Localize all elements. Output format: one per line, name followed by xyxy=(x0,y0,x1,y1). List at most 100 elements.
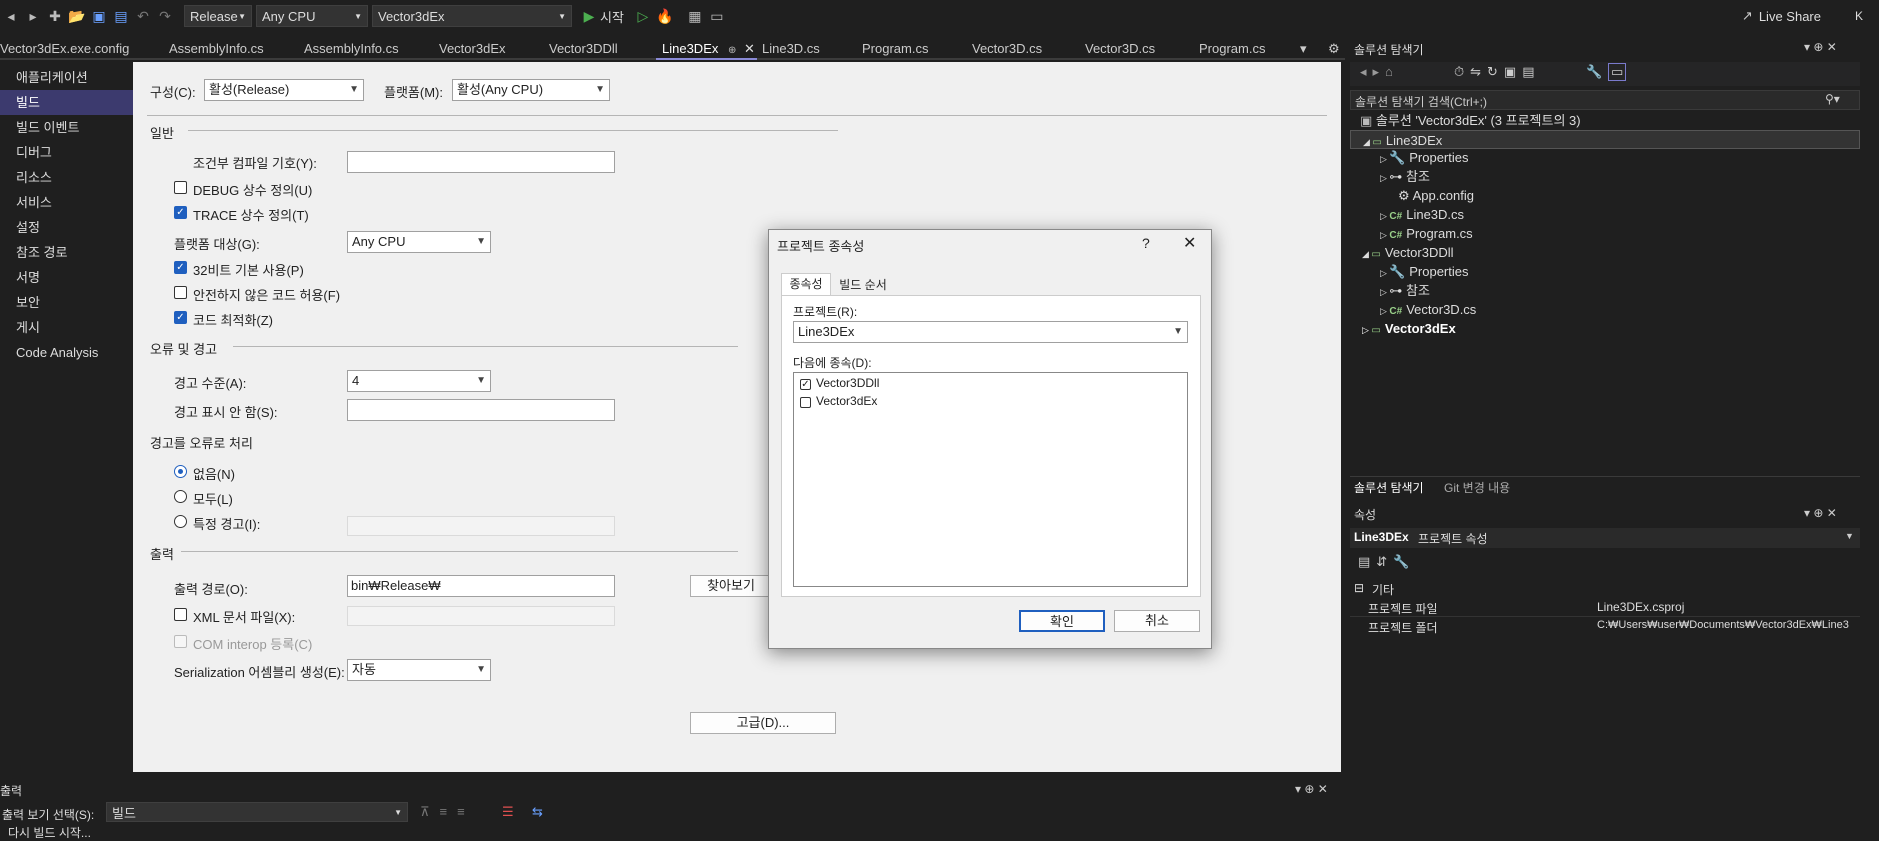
word-wrap-icon[interactable]: ⇆ xyxy=(532,804,543,820)
solution-search[interactable]: 솔루션 탐색기 검색(Ctrl+;) ⚲▾ xyxy=(1350,90,1860,110)
config-select[interactable]: 활성(Release) ▼ xyxy=(204,79,364,101)
tab-overflow-icon[interactable]: ▾ xyxy=(1300,38,1307,60)
tab-vector3dex[interactable]: Vector3dEx xyxy=(439,38,506,60)
tree-item-vector3d-cs[interactable]: ▷ C# Vector3D.cs xyxy=(1380,300,1476,319)
output-path-input[interactable]: bin₩Release₩ xyxy=(347,575,615,597)
optimize-checkbox[interactable]: ✓ xyxy=(174,311,187,324)
tree-item-properties-2[interactable]: ▷ 🔧 Properties xyxy=(1380,262,1468,281)
tab-assemblyinfo-1[interactable]: AssemblyInfo.cs xyxy=(169,38,264,60)
close-icon[interactable]: ✕ xyxy=(744,41,755,56)
cancel-button[interactable]: 취소 xyxy=(1114,610,1200,632)
ok-button[interactable]: 확인 xyxy=(1019,610,1105,632)
toolbar-tools-icon[interactable]: ⏱⇋↻▣▤ xyxy=(1454,64,1541,80)
treat-specific-radio[interactable] xyxy=(174,515,187,528)
platform-target-select[interactable]: Any CPU ▼ xyxy=(347,231,491,253)
warn-level-select[interactable]: 4 ▼ xyxy=(347,370,491,392)
prefer32-checkbox[interactable]: ✓ xyxy=(174,261,187,274)
save-icon[interactable]: ▣ xyxy=(88,8,110,25)
category-collapse-icon[interactable]: ⊟ xyxy=(1354,581,1364,595)
startup-project-combo[interactable]: Vector3dEx ▼ xyxy=(372,5,572,27)
forward-icon[interactable]: ▸ xyxy=(22,8,44,25)
open-folder-icon[interactable]: 📂 xyxy=(66,8,88,25)
nav-code-analysis[interactable]: Code Analysis xyxy=(0,340,133,365)
tab-vector3d-cs-2[interactable]: Vector3D.cs xyxy=(1085,38,1155,60)
trace-const-checkbox[interactable]: ✓ xyxy=(174,206,187,219)
treat-all-radio[interactable] xyxy=(174,490,187,503)
tab-line3dex[interactable]: Line3DEx ⊕ ✕ xyxy=(656,38,757,60)
dep-vector3ddll-checkbox[interactable]: ✓ xyxy=(800,379,811,390)
tree-item-line3dex[interactable]: ◢ ▭ Line3DEx xyxy=(1350,130,1860,149)
folder-view-icon[interactable]: ▦ xyxy=(684,8,706,25)
tree-item-vector3ddll[interactable]: ◢ ▭ Vector3DDll xyxy=(1362,243,1454,262)
output-source-select[interactable]: 빌드 ▼ xyxy=(106,802,408,822)
nav-resources[interactable]: 리소스 xyxy=(0,165,133,190)
panel-menu-icon[interactable]: ▾ ⊕ ✕ xyxy=(1804,40,1837,54)
nav-arrows-icon[interactable]: ◂▸⌂ xyxy=(1360,64,1399,80)
panel-menu-icon[interactable]: ▾ ⊕ ✕ xyxy=(1295,782,1328,796)
nav-debug[interactable]: 디버그 xyxy=(0,140,133,165)
layout-icon[interactable]: ▭ xyxy=(706,8,728,25)
tab-solution-explorer[interactable]: 솔루션 탐색기 xyxy=(1354,479,1424,496)
unsafe-checkbox[interactable] xyxy=(174,286,187,299)
start-button[interactable]: 시작 xyxy=(600,7,624,26)
tab-build-order[interactable]: 빌드 순서 xyxy=(833,275,893,295)
platform-select[interactable]: 활성(Any CPU) ▼ xyxy=(452,79,610,101)
tab-program-cs-2[interactable]: Program.cs xyxy=(1199,38,1265,60)
wrench-icon[interactable]: 🔧 xyxy=(1586,64,1602,80)
nav-build[interactable]: 빌드 xyxy=(0,90,133,115)
solution-root[interactable]: ▣ 솔루션 'Vector3dEx' (3 프로젝트의 3) xyxy=(1360,111,1581,130)
nav-security[interactable]: 보안 xyxy=(0,290,133,315)
nav-services[interactable]: 서비스 xyxy=(0,190,133,215)
browse-button[interactable]: 찾아보기 xyxy=(690,575,772,597)
nav-signing[interactable]: 서명 xyxy=(0,265,133,290)
tab-vector3d-cs-1[interactable]: Vector3D.cs xyxy=(972,38,1042,60)
prop-row-project-folder[interactable]: 프로젝트 폴더 C:₩Users₩user₩Documents₩Vector3d… xyxy=(1350,617,1860,636)
advanced-button[interactable]: 고급(D)... xyxy=(690,712,836,734)
tree-item-references[interactable]: ▷ ⊶ 참조 xyxy=(1380,167,1430,186)
live-share-button[interactable]: Live Share xyxy=(1759,9,1821,24)
help-button[interactable]: ? xyxy=(1142,235,1150,251)
config-combo[interactable]: Release ▼ xyxy=(184,5,252,27)
tree-item-properties[interactable]: ▷ 🔧 Properties xyxy=(1380,148,1468,167)
properties-object-select[interactable]: Line3DEx 프로젝트 속성 ▼ xyxy=(1350,528,1860,548)
pin-icon[interactable]: ⊕ xyxy=(728,45,736,56)
redo-icon[interactable]: ↷ xyxy=(154,8,176,25)
avatar[interactable]: K xyxy=(1855,9,1863,23)
prop-row-project-file[interactable]: 프로젝트 파일 Line3DEx.csproj xyxy=(1350,598,1860,617)
undo-icon[interactable]: ↶ xyxy=(132,8,154,25)
debug-const-checkbox[interactable] xyxy=(174,181,187,194)
hot-reload-icon[interactable]: 🔥 xyxy=(654,8,676,25)
tab-exe-config[interactable]: Vector3dEx.exe.config xyxy=(0,38,129,60)
properties-toolbar-icons[interactable]: ▤⇵🔧 xyxy=(1358,554,1415,570)
output-toolbar-icons[interactable]: ⊼≡≡ xyxy=(420,804,475,820)
play-icon[interactable]: ▶ xyxy=(578,8,600,25)
nav-publish[interactable]: 게시 xyxy=(0,315,133,340)
panel-menu-icon[interactable]: ▾ ⊕ ✕ xyxy=(1804,506,1837,520)
save-all-icon[interactable]: ▤ xyxy=(110,8,132,25)
platform-combo[interactable]: Any CPU ▼ xyxy=(256,5,368,27)
preview-icon[interactable]: ▭ xyxy=(1608,63,1627,81)
tab-program-cs-1[interactable]: Program.cs xyxy=(862,38,928,60)
nav-application[interactable]: 애플리케이션 xyxy=(0,65,133,90)
tree-item-vector3dex[interactable]: ▷ ▭ Vector3dEx xyxy=(1362,319,1456,338)
nav-settings[interactable]: 설정 xyxy=(0,215,133,240)
tab-assemblyinfo-2[interactable]: AssemblyInfo.cs xyxy=(304,38,399,60)
tab-git-changes[interactable]: Git 변경 내용 xyxy=(1444,479,1510,496)
gear-icon[interactable]: ⚙ xyxy=(1328,38,1340,60)
search-icon[interactable]: ⚲▾ xyxy=(1825,92,1840,106)
tab-line3d-cs[interactable]: Line3D.cs xyxy=(762,38,820,60)
tree-item-references-2[interactable]: ▷ ⊶ 참조 xyxy=(1380,281,1430,300)
cond-symbols-input[interactable] xyxy=(347,151,615,173)
start-without-debug-icon[interactable]: ▷ xyxy=(632,8,654,25)
clear-output-icon[interactable]: ☰ xyxy=(502,804,514,820)
tree-item-app-config[interactable]: ⚙ App.config xyxy=(1398,186,1474,205)
close-icon[interactable]: ✕ xyxy=(1183,233,1196,253)
tab-dependencies[interactable]: 종속성 xyxy=(781,273,831,295)
project-select[interactable]: Line3DEx ▼ xyxy=(793,321,1188,343)
new-project-icon[interactable]: ✚ xyxy=(44,8,66,25)
suppress-input[interactable] xyxy=(347,399,615,421)
back-icon[interactable]: ◂ xyxy=(0,8,22,25)
nav-build-events[interactable]: 빌드 이벤트 xyxy=(0,115,133,140)
tab-vector3ddll[interactable]: Vector3DDll xyxy=(549,38,618,60)
tree-item-program-cs[interactable]: ▷ C# Program.cs xyxy=(1380,224,1473,243)
